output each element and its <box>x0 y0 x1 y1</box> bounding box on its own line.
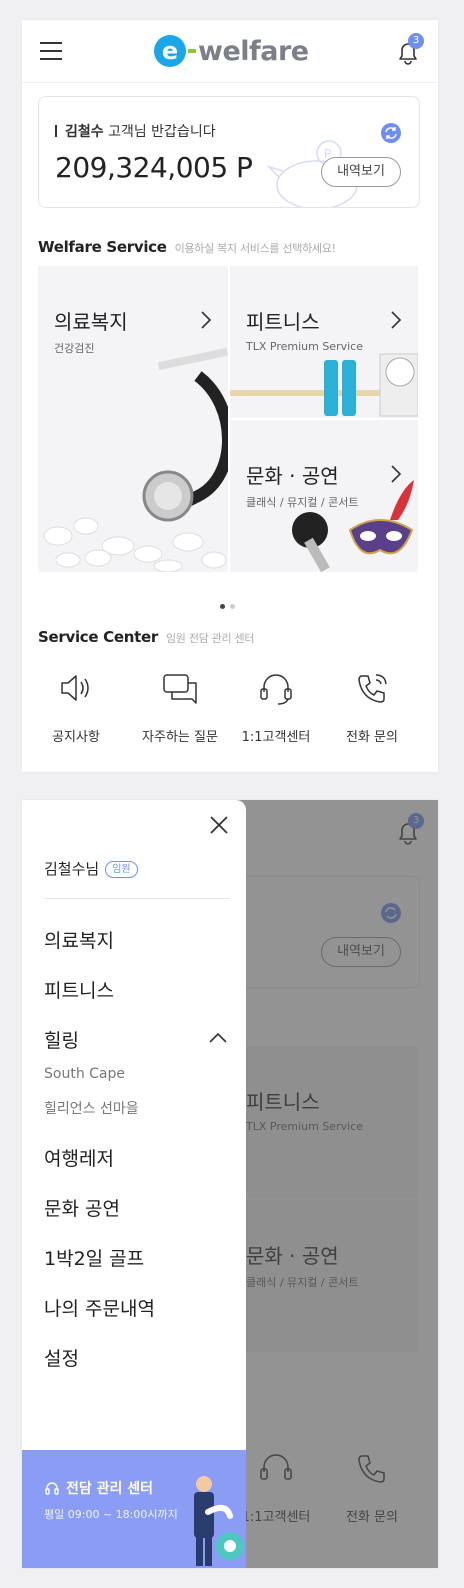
faq-label: 자주하는 질문 <box>142 730 218 745</box>
greeting-text: 김철수 고객님 반갑습니다 <box>55 121 216 141</box>
dedicated-center-hours: 평일 09:00 ~ 18:00시까지 <box>44 1508 178 1521</box>
refresh-icon[interactable] <box>381 123 401 143</box>
chevron-up-icon[interactable] <box>208 1032 228 1044</box>
menu-item-healing[interactable]: 힐링 <box>44 1026 79 1053</box>
menu-item-medical[interactable]: 의료복지 <box>44 926 114 953</box>
tile-culture[interactable]: 문화 · 공연 클래식 / 뮤지컬 / 콘서트 <box>230 420 418 572</box>
customer-center-label: 1:1고객센터 <box>241 730 311 745</box>
drawer-user-name: 김철수님 <box>44 860 100 878</box>
tile-fitness-title: 피트니스 <box>246 310 320 334</box>
hamburger-menu-button[interactable] <box>40 42 62 60</box>
side-drawer: 김철수님 임원 의료복지 피트니스 힐링 South Cape 힐리언스 선마을 … <box>22 800 246 1568</box>
point-amount: 209,324,005 P <box>55 151 253 184</box>
notice-label: 공지사항 <box>52 730 100 745</box>
welfare-service-heading: Welfare Service <box>38 238 167 256</box>
agent-illustration <box>194 1476 244 1566</box>
carousel-dot[interactable] <box>230 604 235 609</box>
service-center-heading: Service Center <box>38 628 158 646</box>
service-center-subtitle: 임원 전담 관리 센터 <box>165 632 255 645</box>
divider <box>44 898 230 899</box>
speaker-icon <box>61 675 89 701</box>
carousel-dot-active[interactable] <box>220 604 225 609</box>
close-icon[interactable] <box>208 814 230 836</box>
faq-button[interactable]: 자주하는 질문 <box>132 668 228 745</box>
logo-dash <box>188 49 196 53</box>
headset-icon <box>260 674 292 705</box>
home-screen: e welfare 3 P 김철수 고객님 반갑습니다 209,324,005 … <box>22 20 438 772</box>
dedicated-center-title: 전담 관리 센터 <box>66 1481 154 1497</box>
menu-item-fitness[interactable]: 피트니스 <box>44 976 114 1003</box>
menu-item-travel-leisure[interactable]: 여행레저 <box>44 1144 114 1171</box>
scale-dumbbell-image <box>230 353 418 417</box>
menu-item-golf[interactable]: 1박2일 골프 <box>44 1244 144 1271</box>
microphone-mask-image <box>292 480 414 572</box>
tile-fitness[interactable]: 피트니스 TLX Premium Service <box>230 266 418 418</box>
point-card: P 김철수 고객님 반갑습니다 209,324,005 P 내역보기 <box>38 96 420 208</box>
carousel-indicator[interactable] <box>220 604 240 610</box>
customer-center-button[interactable]: 1:1고객센터 <box>228 668 324 745</box>
headset-icon <box>45 1482 59 1495</box>
chevron-right-icon <box>201 311 212 329</box>
logo-text: welfare <box>198 35 309 67</box>
menu-item-culture[interactable]: 문화 공연 <box>44 1194 120 1221</box>
service-center-title: Service Center 임원 전담 관리 센터 <box>38 628 254 646</box>
logo-e-mark: e <box>154 35 186 67</box>
dedicated-center-banner[interactable]: 전담 관리 센터 평일 09:00 ~ 18:00시까지 <box>22 1450 246 1568</box>
notification-badge: 3 <box>408 33 424 49</box>
user-name: 김철수 <box>65 124 104 140</box>
submenu-item-south-cape[interactable]: South Cape <box>44 1066 125 1082</box>
submenu-item-healience[interactable]: 힐리언스 선마을 <box>44 1098 139 1118</box>
phone-inquiry-label: 전화 문의 <box>346 730 398 745</box>
notice-button[interactable]: 공지사항 <box>28 668 124 745</box>
history-button[interactable]: 내역보기 <box>321 157 401 187</box>
drawer-user: 김철수님 임원 <box>44 858 138 879</box>
welfare-logo[interactable]: e welfare <box>154 34 309 68</box>
phone-icon <box>358 674 387 703</box>
tile-medical-title: 의료복지 <box>54 310 128 334</box>
menu-open-screen: 3 내역보기 이용하실 복지 서비스를 선택하세요! 피트니스 TLX Prem… <box>22 800 438 1568</box>
tile-medical[interactable]: 의료복지 건강검진 <box>38 266 228 572</box>
menu-item-settings[interactable]: 설정 <box>44 1344 79 1371</box>
stethoscope-pills-image <box>43 347 228 572</box>
welfare-service-subtitle: 이용하실 복지 서비스를 선택하세요! <box>174 242 336 255</box>
welfare-service-title: Welfare Service 이용하실 복지 서비스를 선택하세요! <box>38 238 336 256</box>
chat-bubbles-icon <box>163 674 197 704</box>
menu-item-my-orders[interactable]: 나의 주문내역 <box>44 1294 155 1321</box>
phone-inquiry-button[interactable]: 전화 문의 <box>324 668 420 745</box>
app-header: e welfare 3 <box>22 20 438 83</box>
chevron-right-icon <box>391 311 402 329</box>
greeting-suffix: 고객님 반갑습니다 <box>103 124 216 140</box>
role-badge: 임원 <box>105 861 138 878</box>
